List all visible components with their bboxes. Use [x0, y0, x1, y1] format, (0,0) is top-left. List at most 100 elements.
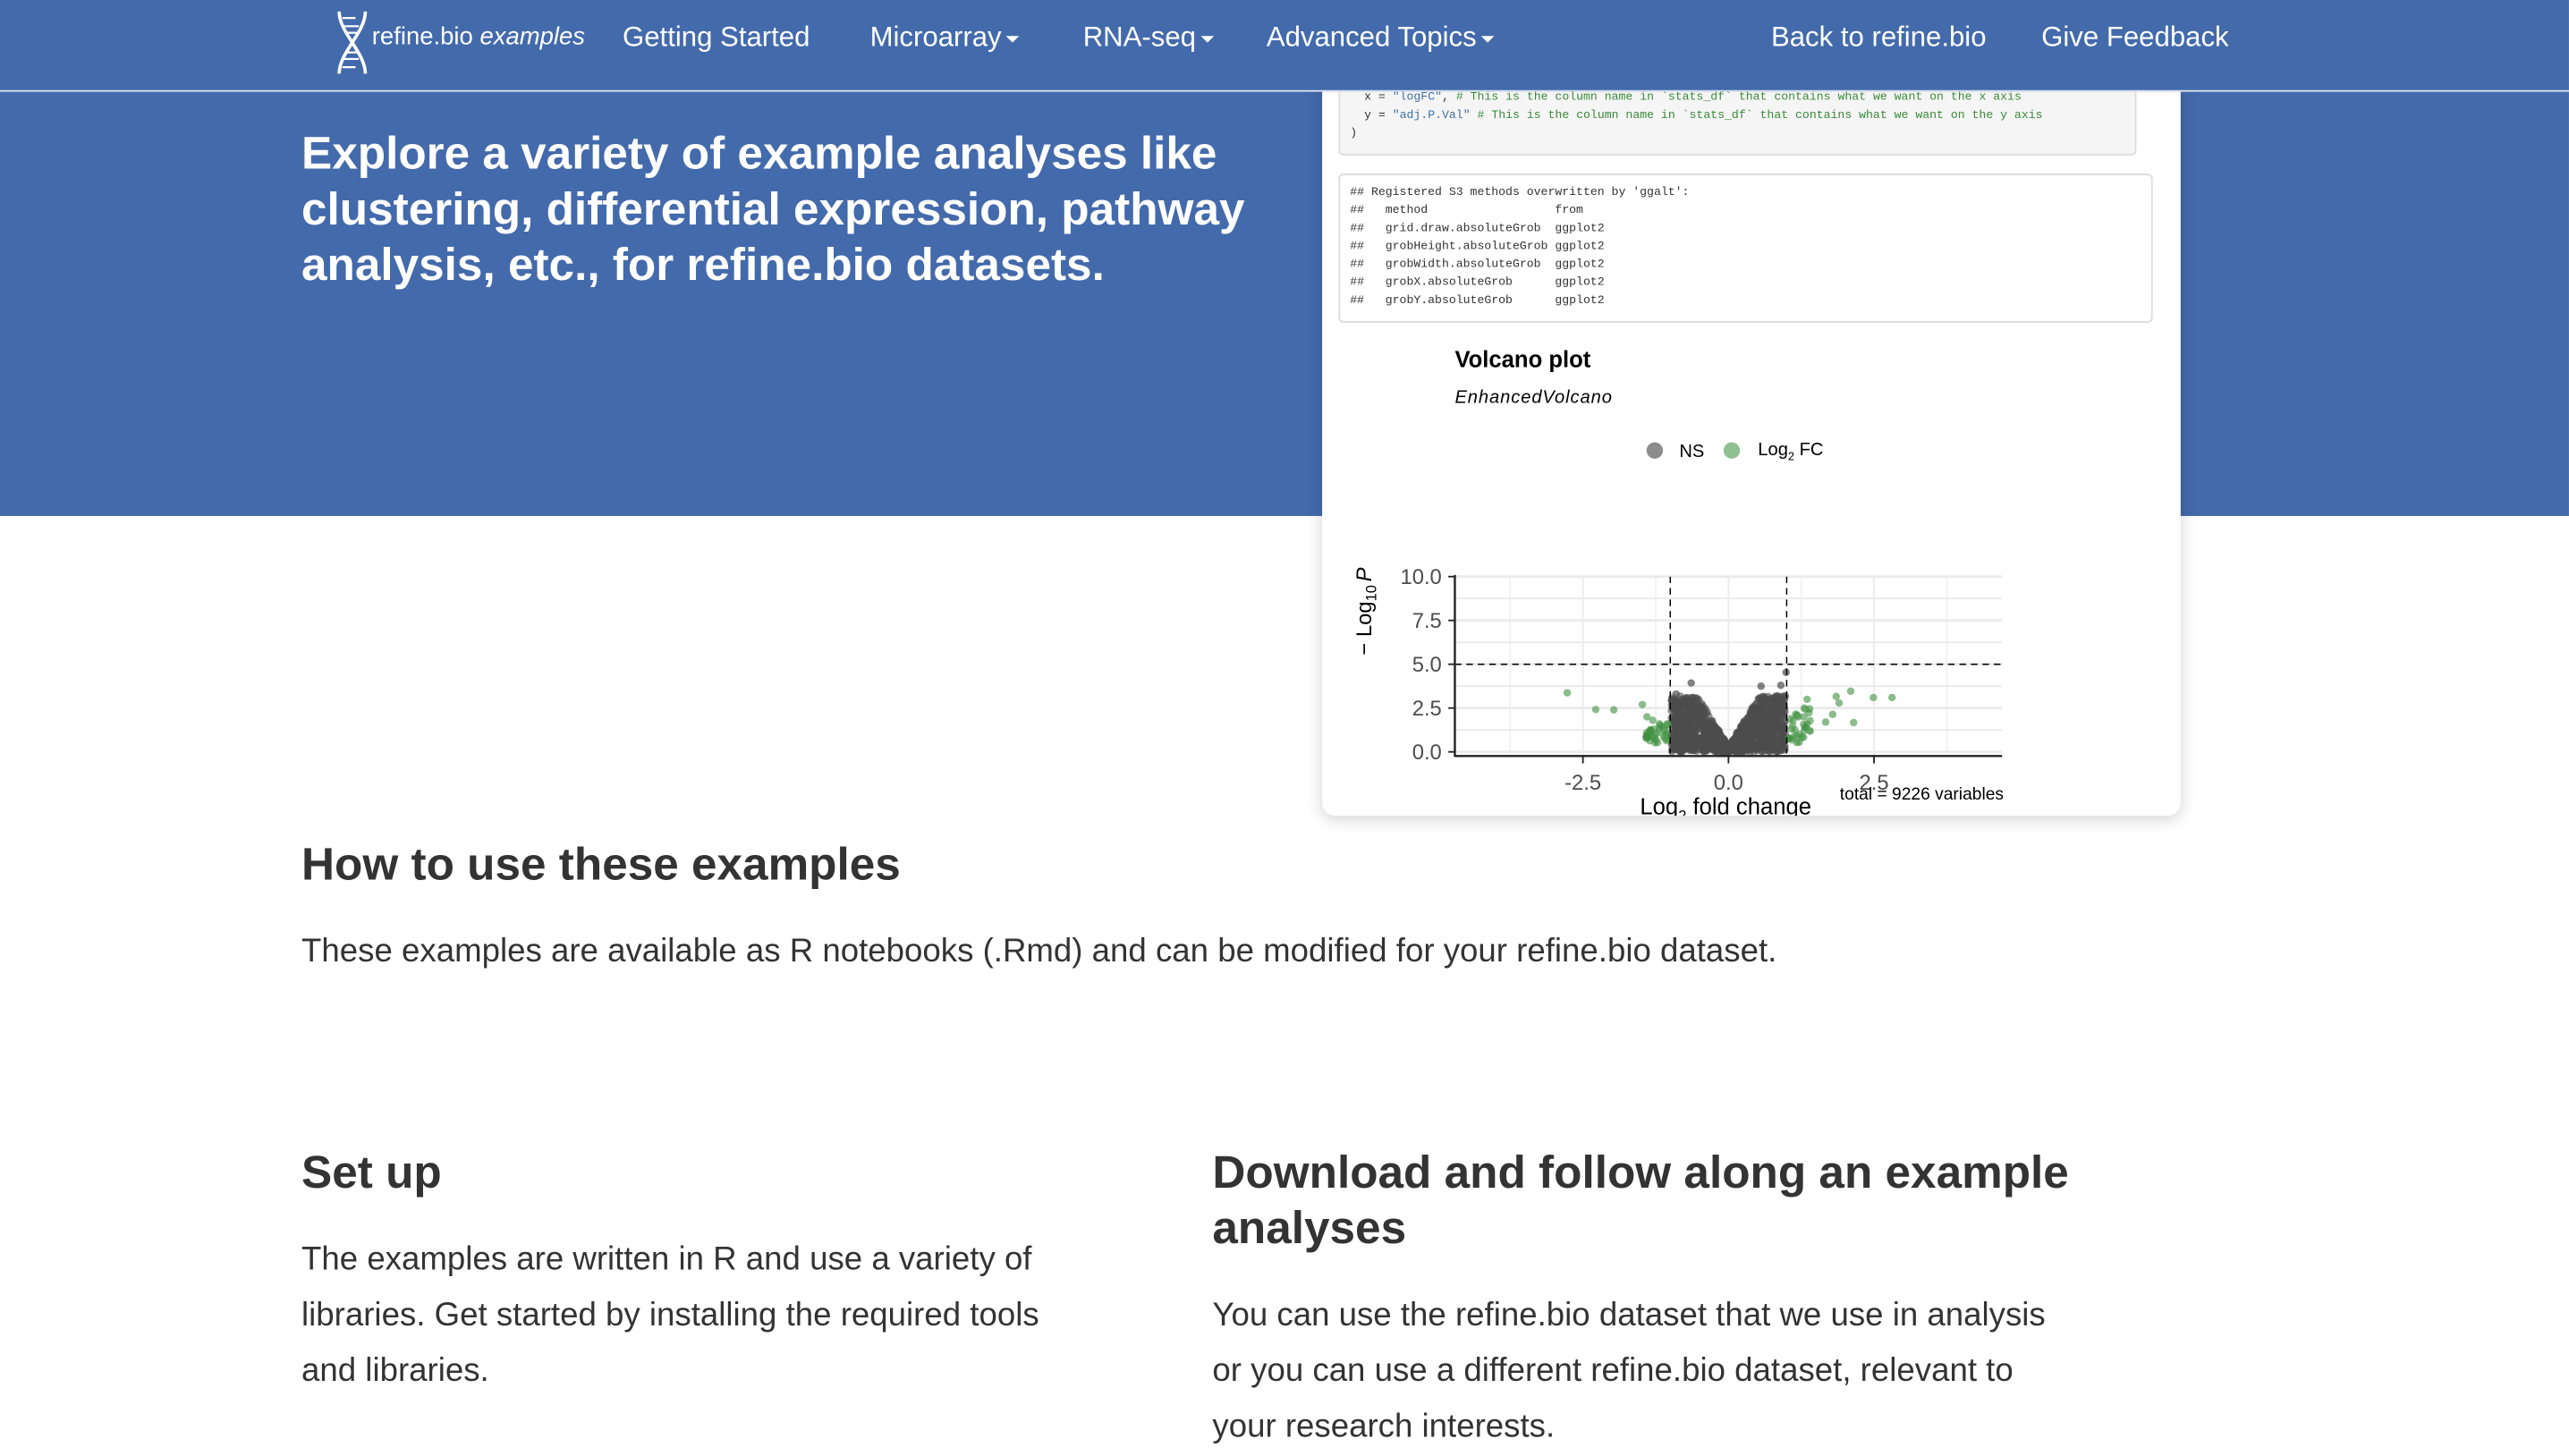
- ns-point: [1776, 745, 1785, 753]
- fc-point: [1642, 731, 1651, 739]
- fc-point: [1609, 706, 1618, 714]
- ns-point: [1698, 705, 1707, 713]
- fc-point: [1846, 687, 1855, 696]
- grid: [1454, 575, 2003, 756]
- fc-point: [1638, 700, 1647, 709]
- axes: 0.02.55.07.510.0-2.5 0.0 2.5: [1400, 565, 2003, 795]
- fc-point: [1870, 693, 1878, 702]
- x-tick-label: -2.5: [1564, 771, 1601, 795]
- fc-point: [1802, 695, 1811, 704]
- ns-point: [1682, 693, 1691, 702]
- fc-point: [1798, 732, 1806, 741]
- ns-point: [1751, 707, 1759, 715]
- output-block: ## Registered S3 methods overwritten by …: [1338, 174, 2153, 323]
- chart-caption: total = 9226 variables: [1840, 785, 2004, 804]
- y-axis-label: − Log10P: [1352, 567, 1379, 655]
- legend-marker-fc: [1723, 442, 1741, 459]
- fc-point: [1786, 715, 1794, 723]
- ns-point: [1776, 681, 1785, 690]
- nav-advanced-topics-dropdown[interactable]: Advanced Topics: [1267, 21, 1495, 55]
- logo-italic: examples: [479, 22, 586, 51]
- logo-text: refine.bio: [371, 22, 473, 51]
- nav-microarray-dropdown[interactable]: Microarray: [870, 21, 1020, 55]
- fc-point: [1821, 718, 1830, 726]
- ns-point: [1749, 728, 1757, 736]
- setup-heading: Set up: [301, 1147, 442, 1198]
- legend: NS Log2 FC: [1646, 440, 1823, 463]
- x-tick-label: 0.0: [1714, 771, 1743, 795]
- ns-point: [1680, 745, 1688, 754]
- how-to-text: These examples are available as R notebo…: [301, 934, 1777, 970]
- points: [1563, 668, 1896, 756]
- ns-point: [1762, 742, 1770, 751]
- example-preview-card: x = "logFC", # This is the column name i…: [1322, 65, 2181, 817]
- legend-marker-ns: [1646, 442, 1664, 459]
- caret-down-icon: [1200, 35, 1215, 42]
- y-tick-label: 5.0: [1412, 653, 1442, 677]
- ns-point: [1770, 700, 1778, 709]
- legend-label-ns: NS: [1679, 442, 1704, 461]
- fc-point: [1652, 735, 1660, 744]
- ns-point: [1688, 699, 1697, 707]
- y-tick-label: 2.5: [1412, 697, 1442, 721]
- download-heading: Download and follow along an example ana…: [1212, 1147, 2069, 1254]
- fc-point: [1800, 704, 1809, 712]
- ns-point: [1700, 722, 1708, 730]
- caret-down-icon: [1481, 35, 1495, 42]
- fc-point: [1591, 706, 1600, 714]
- download-text: You can use the refine.bio dataset that …: [1212, 1297, 2046, 1445]
- ns-point: [1744, 740, 1752, 749]
- how-to-heading: How to use these examples: [301, 838, 901, 890]
- ns-point: [1687, 708, 1695, 717]
- fc-point: [1660, 733, 1668, 742]
- top-navbar: refine.bio examples Getting Started Micr…: [0, 0, 2569, 92]
- ns-point: [1757, 681, 1765, 690]
- nav-back-to-refinebio[interactable]: Back to refine.bio: [1771, 21, 1987, 55]
- fc-point: [1806, 726, 1814, 735]
- ns-point: [1738, 748, 1746, 756]
- ns-point: [1687, 679, 1695, 687]
- page: x = "logFC", # This is the column name i…: [0, 0, 2569, 1456]
- nav-rnaseq-dropdown[interactable]: RNA-seq: [1083, 21, 1215, 55]
- chart-title: Volcano plot: [1454, 347, 1590, 372]
- fc-point: [1788, 722, 1797, 730]
- ns-point: [1708, 736, 1717, 745]
- y-tick-label: 7.5: [1412, 609, 1442, 633]
- nav-getting-started[interactable]: Getting Started: [623, 21, 810, 55]
- y-tick-label: 10.0: [1400, 565, 1441, 589]
- ns-point: [1742, 722, 1751, 730]
- ns-point: [1690, 725, 1699, 733]
- y-tick-label: 0.0: [1412, 741, 1442, 765]
- ns-point: [1776, 709, 1784, 718]
- ns-point: [1672, 690, 1680, 698]
- nav-give-feedback[interactable]: Give Feedback: [2041, 21, 2228, 55]
- ns-point: [1761, 732, 1770, 741]
- ns-point: [1758, 693, 1766, 701]
- fc-point: [1649, 716, 1657, 724]
- setup-text: The examples are written in R and use a …: [301, 1241, 1039, 1390]
- ns-point: [1761, 720, 1769, 729]
- caret-down-icon: [1006, 35, 1020, 42]
- legend-label-fc: Log2 FC: [1758, 440, 1823, 462]
- fc-point: [1888, 693, 1896, 702]
- fc-point: [1655, 728, 1663, 737]
- ns-point: [1725, 746, 1733, 754]
- fc-point: [1835, 698, 1844, 707]
- fc-point: [1794, 713, 1802, 721]
- fc-point: [1563, 689, 1572, 697]
- hero-tagline: Explore a variety of example analyses li…: [301, 127, 1245, 291]
- ns-point: [1678, 718, 1686, 726]
- logo-link[interactable]: refine.bio examples: [335, 10, 585, 83]
- ns-point: [1700, 741, 1708, 749]
- ns-point: [1761, 699, 1770, 707]
- ns-point: [1768, 711, 1776, 720]
- fc-point: [1850, 718, 1858, 727]
- ns-point: [1716, 733, 1724, 742]
- volcano-plot: Volcano plot EnhancedVolcano NS Log2 FC …: [1352, 347, 2004, 816]
- ns-point: [1768, 732, 1777, 740]
- ns-point: [1693, 713, 1701, 721]
- chart-subtitle: EnhancedVolcano: [1454, 388, 1612, 408]
- fc-point: [1832, 692, 1840, 700]
- fc-point: [1806, 716, 1814, 725]
- ns-point: [1771, 692, 1779, 700]
